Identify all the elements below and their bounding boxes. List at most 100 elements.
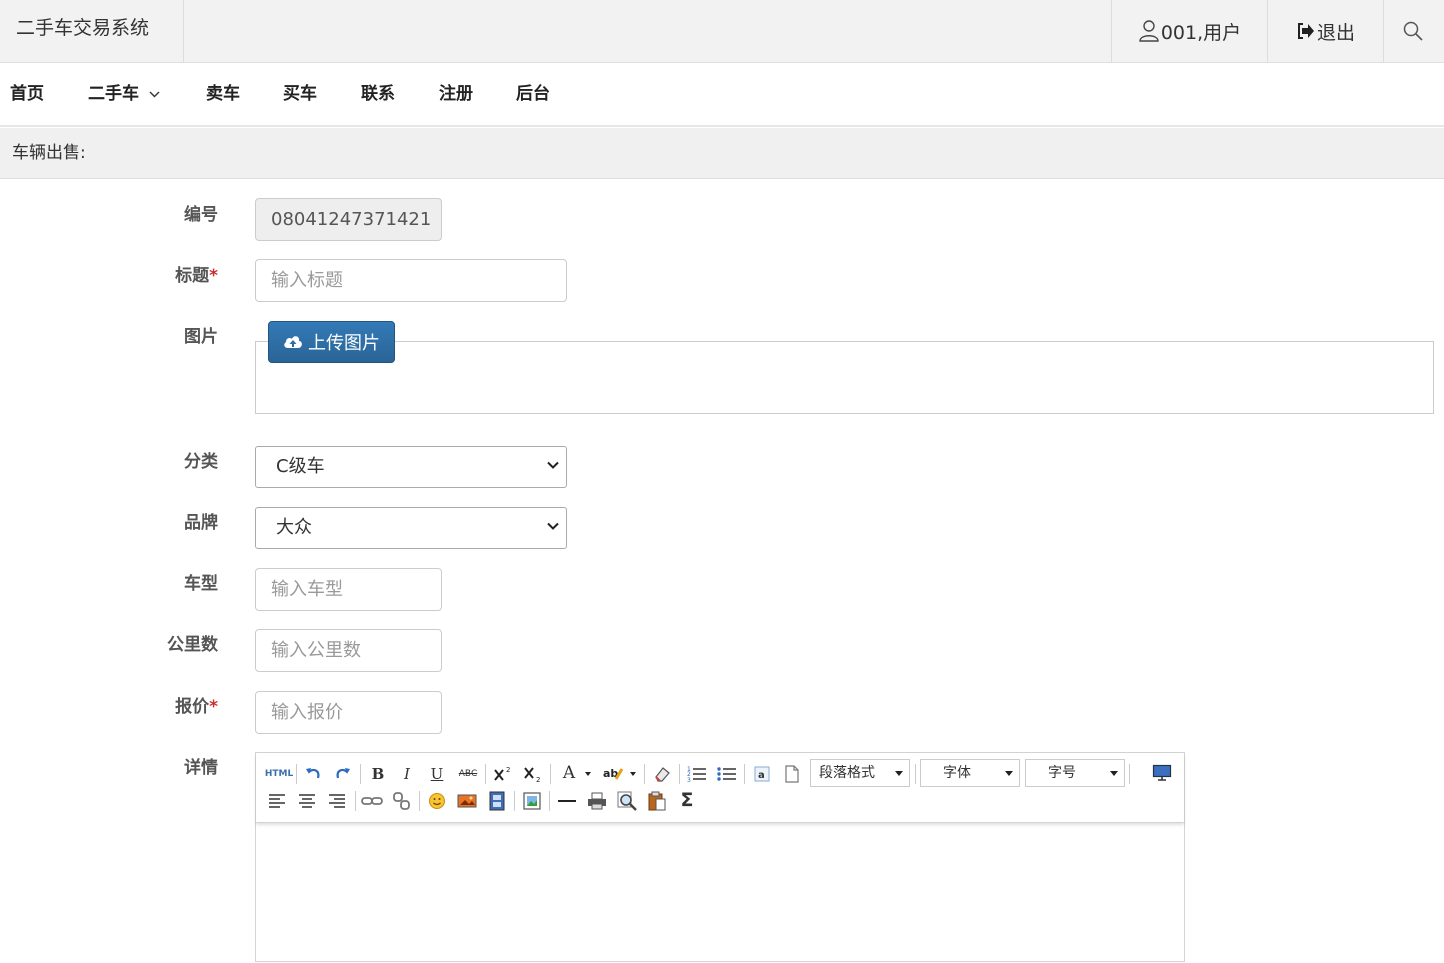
paragraph-format-select[interactable]: 段落格式: [810, 759, 910, 787]
undo-icon: [306, 768, 320, 779]
superscript-button[interactable]: 2: [492, 763, 514, 785]
superscript-icon: 2: [494, 766, 510, 781]
formula-button[interactable]: Σ: [676, 789, 698, 811]
title-input[interactable]: 输入标题: [255, 259, 567, 302]
bold-button[interactable]: B: [367, 763, 389, 785]
align-right-button[interactable]: [326, 790, 348, 812]
insert-image-button[interactable]: [456, 790, 478, 812]
toolbar-separator: [550, 764, 551, 784]
unordered-list-icon: [717, 767, 736, 781]
chevron-down-icon: [547, 461, 559, 469]
nav-item-register[interactable]: 注册: [439, 63, 473, 125]
chevron-down-icon: [547, 522, 559, 530]
horizontal-rule-button[interactable]: [556, 790, 578, 812]
italic-button[interactable]: I: [396, 763, 418, 785]
editor-content-area[interactable]: [256, 823, 1184, 963]
html-source-button[interactable]: HTML: [265, 763, 293, 785]
emoticon-button[interactable]: [426, 790, 448, 812]
font-color-dropdown-arrow[interactable]: [585, 772, 591, 776]
category-select[interactable]: C级车: [255, 446, 567, 488]
sign-out-icon: [1297, 23, 1314, 39]
title-label: 标题*: [0, 261, 218, 286]
search-icon: [1403, 21, 1423, 41]
toolbar-separator: [514, 791, 515, 811]
anchor-icon: a: [754, 766, 770, 782]
ordered-list-icon: 123: [687, 766, 706, 783]
dropdown-arrow: [895, 771, 903, 776]
undo-button[interactable]: [302, 763, 324, 785]
app-title[interactable]: 二手车交易系统: [0, 0, 184, 62]
preview-button[interactable]: [616, 790, 638, 812]
toolbar-separator: [644, 764, 645, 784]
document-icon: [785, 765, 799, 783]
model-input[interactable]: 输入车型: [255, 568, 442, 611]
user-menu[interactable]: 001,用户: [1111, 0, 1268, 62]
required-mark: *: [209, 697, 218, 717]
toolbar-separator: [549, 791, 550, 811]
nav-item-contact[interactable]: 联系: [361, 63, 395, 125]
title-label-text: 标题: [175, 266, 210, 286]
insert-gallery-button[interactable]: [521, 790, 543, 812]
unordered-list-button[interactable]: [716, 763, 738, 785]
align-center-button[interactable]: [296, 790, 318, 812]
upload-image-button[interactable]: 上传图片: [268, 321, 395, 363]
link-icon: [361, 797, 383, 805]
paste-button[interactable]: [646, 790, 668, 812]
font-family-select[interactable]: 字体: [920, 759, 1020, 787]
price-input[interactable]: 输入报价: [255, 691, 442, 734]
logout-label: 退出: [1316, 21, 1355, 44]
font-family-label: 字体: [943, 765, 971, 781]
chevron-down-icon: [149, 91, 160, 97]
highlight-button[interactable]: ab: [602, 763, 624, 785]
highlight-icon: ab: [603, 767, 624, 780]
dropdown-arrow: [1005, 771, 1013, 776]
anchor-button[interactable]: a: [751, 763, 773, 785]
logout-button[interactable]: 退出: [1267, 0, 1384, 62]
strikethrough-button[interactable]: ABC: [455, 763, 481, 785]
image-icon: [457, 794, 477, 808]
toolbar-separator: [360, 764, 361, 784]
insert-video-button[interactable]: [486, 790, 508, 812]
fullscreen-button[interactable]: [1151, 762, 1173, 784]
user-icon: [1139, 20, 1159, 42]
nav-item-sell[interactable]: 卖车: [206, 63, 240, 125]
brand-label: 品牌: [184, 513, 218, 533]
print-icon: [588, 792, 606, 810]
font-color-button[interactable]: A: [558, 762, 580, 784]
gallery-icon: [523, 792, 541, 810]
toolbar-separator: [1129, 764, 1130, 784]
ordered-list-button[interactable]: 123: [686, 763, 708, 785]
toolbar-separator: [296, 764, 297, 784]
nav-item-buy[interactable]: 买车: [283, 63, 317, 125]
toolbar-separator: [485, 764, 486, 784]
subscript-button[interactable]: 2: [522, 763, 544, 785]
redo-button[interactable]: [332, 763, 354, 785]
mileage-input[interactable]: 输入公里数: [255, 629, 442, 672]
align-left-button[interactable]: [266, 790, 288, 812]
main-nav: 首页 二手车 卖车 买车 联系 注册 后台: [0, 63, 1444, 127]
nav-item-admin[interactable]: 后台: [516, 63, 550, 125]
cloud-upload-icon: [284, 336, 302, 348]
image-label: 图片: [184, 327, 218, 347]
brand-select[interactable]: 大众: [255, 507, 567, 549]
highlight-dropdown-arrow[interactable]: [630, 772, 636, 776]
underline-button[interactable]: U: [426, 763, 448, 785]
nav-item-home[interactable]: 首页: [10, 63, 44, 125]
new-document-button[interactable]: [781, 763, 803, 785]
top-bar: 二手车交易系统 001,用户 退出: [0, 0, 1444, 63]
print-button[interactable]: [586, 790, 608, 812]
brand-value: 大众: [276, 517, 312, 538]
align-right-icon: [329, 794, 345, 808]
unlink-button[interactable]: [391, 790, 413, 812]
svg-text:a: a: [758, 770, 765, 781]
paragraph-format-label: 段落格式: [819, 765, 875, 781]
font-size-select[interactable]: 字号: [1025, 759, 1125, 787]
search-button[interactable]: [1383, 0, 1444, 62]
link-button[interactable]: [361, 790, 383, 812]
upload-label: 上传图片: [308, 333, 380, 354]
dropdown-arrow: [1110, 771, 1118, 776]
smiley-icon: [429, 793, 445, 809]
id-field: 08041247371421: [255, 198, 442, 241]
nav-item-used-cars[interactable]: 二手车: [88, 63, 160, 125]
clear-format-button[interactable]: [651, 763, 673, 785]
